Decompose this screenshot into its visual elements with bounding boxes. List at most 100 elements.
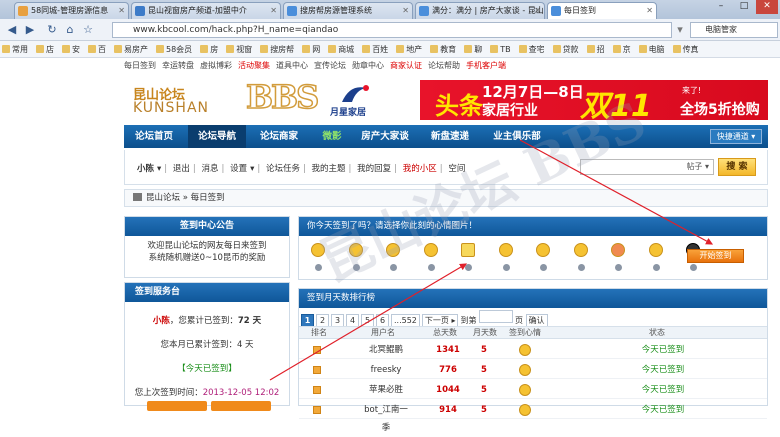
bookmark-item[interactable]: 百姓 [360, 41, 388, 57]
bookmark-item[interactable]: 京 [611, 41, 631, 57]
bookmark-item[interactable]: 店 [34, 41, 54, 57]
bookmark-item[interactable]: 查宅 [517, 41, 545, 57]
mood-radio[interactable] [427, 264, 435, 271]
nav-owner-club[interactable]: 业主俱乐部 [480, 125, 554, 148]
bookmark-item[interactable]: TB [488, 41, 510, 57]
site-logo[interactable]: 昆山论坛 KUNSHAN BBS [133, 77, 320, 120]
top-link[interactable]: 每日签到 [124, 61, 156, 70]
mood-face-icon[interactable] [348, 243, 363, 257]
goto-page-input[interactable] [479, 310, 514, 323]
top-link[interactable]: 虚拟博彩 [200, 61, 232, 70]
mood-radio[interactable] [352, 264, 360, 271]
mood-face-icon[interactable] [311, 243, 325, 257]
top-link[interactable]: 宣传论坛 [314, 61, 346, 70]
nav-merchants[interactable]: 论坛商家 [248, 125, 310, 148]
home-icon[interactable] [133, 193, 142, 201]
close-icon[interactable]: ✕ [646, 3, 653, 18]
row-username[interactable]: 苹果必胜 [361, 381, 411, 399]
mood-face-icon[interactable] [648, 243, 663, 257]
my-topics-link[interactable]: 我的主题 [312, 164, 346, 174]
mood-face-icon[interactable] [611, 243, 625, 257]
bookmark-item[interactable]: 地产 [394, 41, 422, 57]
row-username[interactable]: bot_江南一季 [361, 401, 411, 437]
tasks-link[interactable]: 论坛任务 [266, 164, 300, 174]
bookmark-item[interactable]: 聊 [462, 41, 482, 57]
top-link[interactable]: 手机客户端 [466, 61, 506, 70]
service-button-1[interactable] [147, 401, 207, 411]
forward-icon[interactable]: ▶ [22, 22, 38, 38]
mood-face-icon[interactable] [573, 243, 588, 257]
bookmark-item[interactable]: 贷款 [551, 41, 579, 57]
forum-search-type[interactable]: 帖子 ▾ [580, 159, 714, 175]
bookmark-item[interactable]: 网 [300, 41, 320, 57]
nav-guide[interactable]: 论坛导航 [188, 125, 246, 148]
top-link[interactable]: 道具中心 [276, 61, 308, 70]
window-close-icon[interactable]: ✕ [756, 0, 778, 14]
top-link[interactable]: 幸运转盘 [162, 61, 194, 70]
space-link[interactable]: 空间 [448, 164, 465, 174]
settings-caret-icon[interactable]: ▾ [250, 164, 254, 174]
mood-radio[interactable] [652, 264, 660, 271]
service-button-2[interactable] [211, 401, 271, 411]
username-caret-icon[interactable]: ▾ [157, 164, 161, 174]
mood-face-icon[interactable] [536, 243, 550, 257]
bookmark-item[interactable]: 常用 [0, 41, 28, 57]
bookmark-item[interactable]: 电脑 [637, 41, 665, 57]
settings-link[interactable]: 设置 [230, 164, 247, 174]
top-link[interactable]: 活动聚集 [238, 61, 270, 70]
bookmark-item[interactable]: 招 [585, 41, 605, 57]
bookmark-item[interactable]: 百 [86, 41, 106, 57]
mood-radio[interactable] [390, 264, 397, 271]
star-icon[interactable]: ☆ [80, 22, 96, 38]
bookmark-item[interactable]: 传真 [671, 41, 699, 57]
refresh-icon[interactable]: ↻ [44, 22, 60, 38]
top-link[interactable]: 勋章中心 [352, 61, 384, 70]
nav-new-homes[interactable]: 新盘速递 [418, 125, 482, 148]
mood-face-icon[interactable] [423, 243, 438, 257]
bookmark-item[interactable]: 58会员 [154, 41, 192, 57]
logout-link[interactable]: 退出 [173, 164, 190, 174]
row-username[interactable]: 北冥鲲鹏 [361, 341, 411, 359]
home-icon[interactable]: ⌂ [62, 22, 78, 38]
bookmark-item[interactable]: 商城 [326, 41, 354, 57]
minimize-icon[interactable]: – [710, 0, 732, 14]
nav-house-talk[interactable]: 房产大家谈 [352, 125, 418, 148]
messages-link[interactable]: 消息 [201, 164, 218, 174]
mood-radio[interactable] [502, 264, 510, 271]
breadcrumb-home[interactable]: 昆山论坛 [146, 193, 180, 203]
dropdown-icon[interactable]: ▾ [672, 22, 688, 38]
bookmark-item[interactable]: 搜房帮 [258, 41, 294, 57]
mood-radio[interactable] [315, 264, 322, 271]
browser-tab-5-active[interactable]: 每日签到 ✕ [547, 2, 657, 19]
mood-radio[interactable] [577, 264, 585, 271]
row-username[interactable]: freesky [361, 361, 411, 379]
browser-tab-3[interactable]: 搜房帮房源管理系统 ✕ [283, 2, 413, 19]
mood-face-icon[interactable] [461, 243, 475, 257]
browser-tab-1[interactable]: 58同城-管理房源信息 ✕ [14, 2, 129, 19]
my-community-link[interactable]: 我的小区 [403, 164, 437, 174]
bookmark-item[interactable]: 安 [60, 41, 80, 57]
quick-access-button[interactable]: 快捷通道 ▾ [710, 129, 762, 144]
back-icon[interactable]: ◀ [4, 22, 20, 38]
search-button[interactable]: 搜 索 [718, 158, 756, 176]
browser-tab-4[interactable]: 满分：满分 | 房产大家谈 - 昆山论坛✕ [415, 2, 545, 19]
top-link[interactable]: 商家认证 [390, 61, 422, 70]
close-icon[interactable]: ✕ [534, 3, 541, 18]
nav-home[interactable]: 论坛首页 [124, 125, 184, 148]
ad-banner[interactable]: 月星家居 头条 12月7日—8日 家居行业 双11 来了! 全场5折抢购 [322, 80, 768, 120]
browser-search-input[interactable]: 电脑管家 [690, 22, 778, 38]
url-input[interactable]: www.kbcool.com/hack.php?H_name=qiandao [112, 22, 672, 38]
mood-radio[interactable] [465, 264, 472, 271]
close-icon[interactable]: ✕ [118, 3, 125, 18]
bookmark-item[interactable]: 教育 [428, 41, 456, 57]
close-icon[interactable]: ✕ [270, 3, 277, 18]
bookmark-item[interactable]: 房 [198, 41, 218, 57]
start-checkin-button[interactable]: 开始签到 [687, 249, 744, 263]
mood-radio[interactable] [690, 264, 697, 271]
mood-face-icon[interactable] [386, 243, 400, 257]
username[interactable]: 小陈 [137, 164, 154, 174]
mood-radio[interactable] [540, 264, 547, 271]
maximize-icon[interactable]: □ [733, 0, 755, 14]
nav-weiying[interactable]: 微影 [312, 125, 352, 148]
top-link[interactable]: 论坛帮助 [428, 61, 460, 70]
